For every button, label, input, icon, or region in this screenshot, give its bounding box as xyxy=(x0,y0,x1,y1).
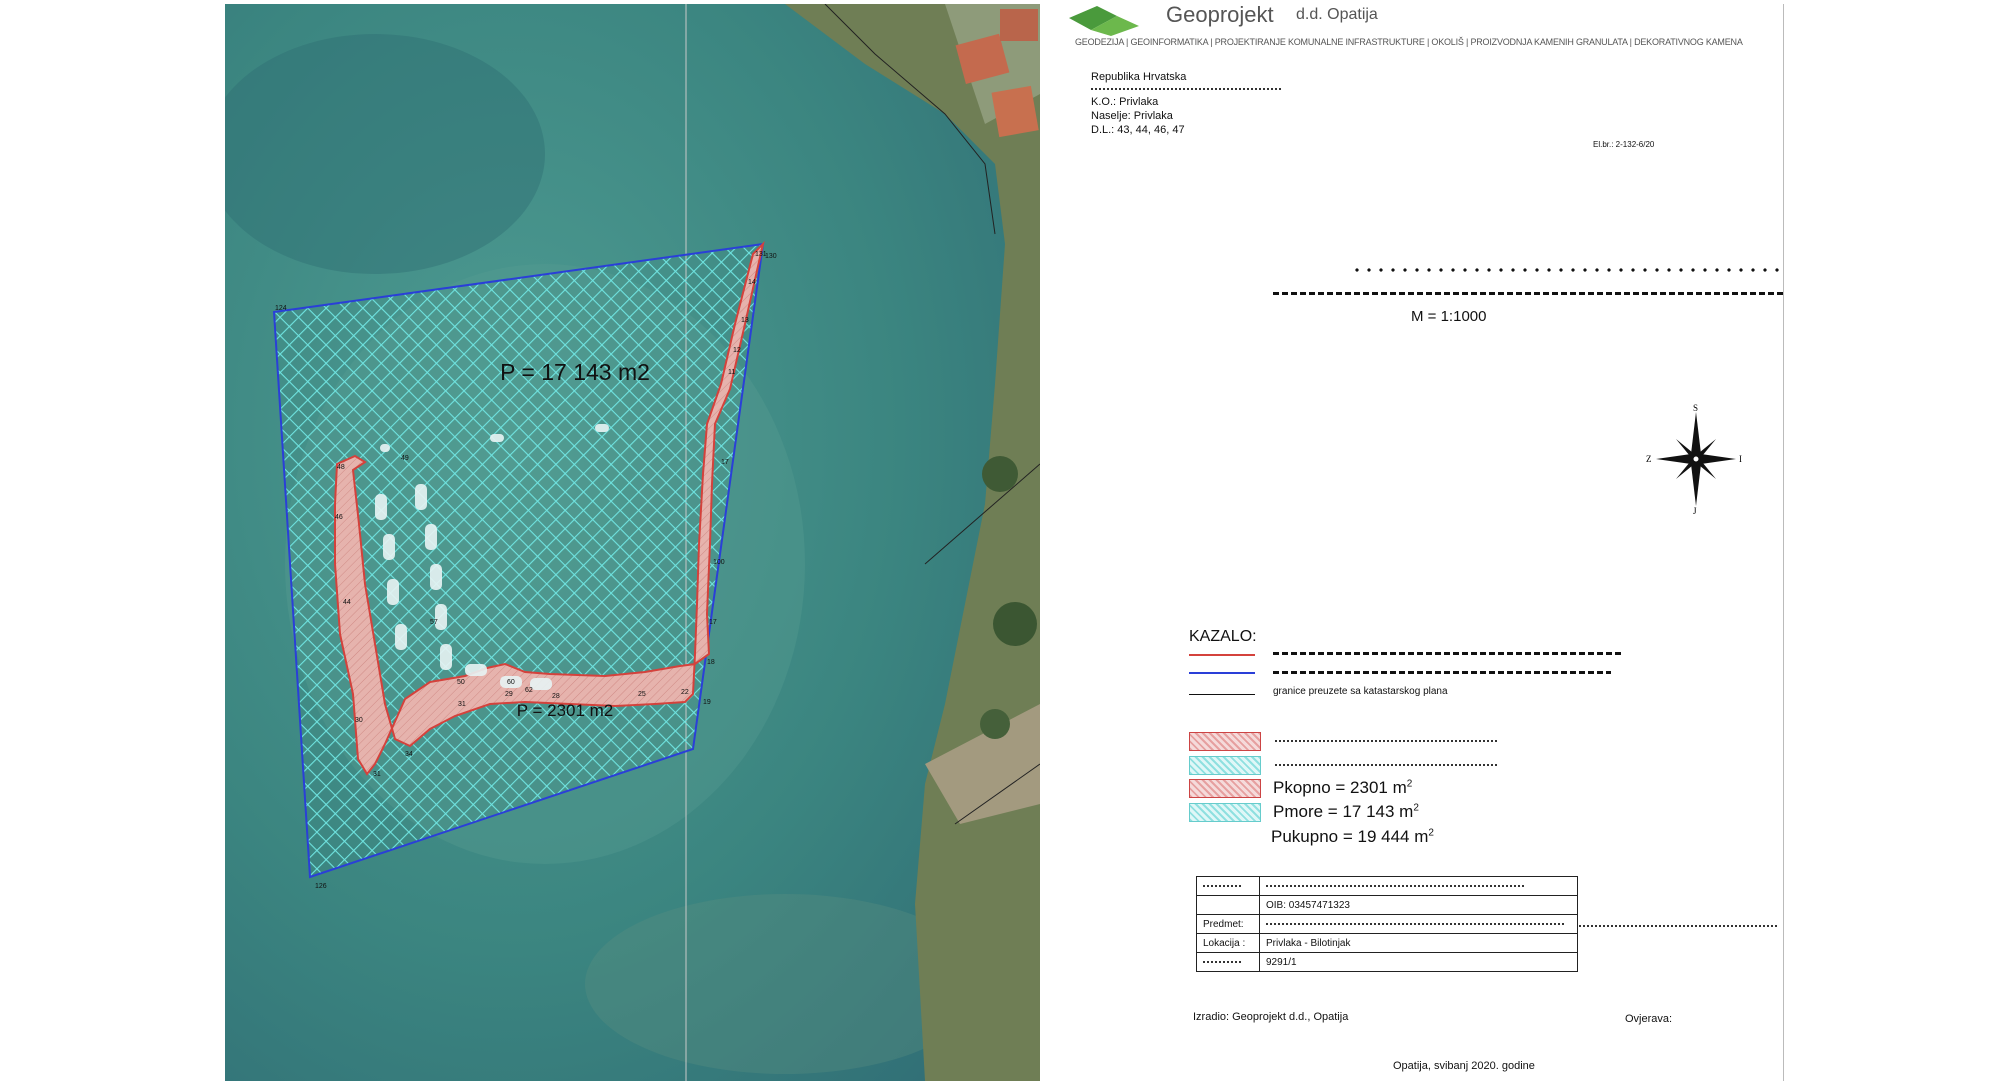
company-name: Geoprojekt xyxy=(1166,2,1274,27)
legend-cadastral: granice preuzete sa katastarskog plana xyxy=(1273,686,1448,697)
svg-text:44: 44 xyxy=(343,599,351,606)
svg-text:57: 57 xyxy=(430,619,438,626)
header-dl: D.L.: 43, 44, 46, 47 xyxy=(1091,124,1185,136)
svg-text:62: 62 xyxy=(525,687,533,694)
title-block-lokacija-value: Privlaka - Bilotinjak xyxy=(1259,933,1578,953)
svg-text:14: 14 xyxy=(748,279,756,286)
svg-text:29: 29 xyxy=(505,691,513,698)
svg-text:31: 31 xyxy=(373,771,381,778)
legend-land-area: Pkopno = 2301 m2 xyxy=(1273,778,1413,797)
svg-text:19: 19 xyxy=(703,699,711,706)
redacted-line xyxy=(1579,925,1779,927)
redacted-line xyxy=(1091,88,1281,90)
svg-text:50: 50 xyxy=(457,679,465,686)
svg-text:30: 30 xyxy=(355,717,363,724)
legend-total-area: Pukupno = 19 444 m2 xyxy=(1271,827,1434,846)
footer-izradio: Izradio: Geoprojekt d.d., Opatija xyxy=(1193,1011,1349,1023)
scale-label: M = 1:1000 xyxy=(1411,308,1487,325)
legend-line-blue xyxy=(1189,672,1255,674)
building-roof xyxy=(1000,9,1038,41)
svg-text:28: 28 xyxy=(552,693,560,700)
drawing-sheet: Geoprojekt d.d. Opatija GEODEZIJA | GEOI… xyxy=(1041,2,1784,1081)
tree xyxy=(982,456,1018,492)
sea-area-label: P = 17 143 m2 xyxy=(500,359,650,385)
svg-text:60: 60 xyxy=(507,679,515,686)
footer-date: Opatija, svibanj 2020. godine xyxy=(1393,1060,1535,1072)
redacted-legend xyxy=(1273,652,1623,655)
svg-text:46: 46 xyxy=(335,514,343,521)
header-republic: Republika Hrvatska xyxy=(1091,71,1187,83)
company-suffix: d.d. Opatija xyxy=(1296,6,1378,23)
title-block-oib: OIB: 03457471323 xyxy=(1259,895,1578,915)
redacted-cell xyxy=(1266,923,1566,925)
header-ko: K.O.: Privlaka xyxy=(1091,96,1159,108)
tree xyxy=(993,602,1037,646)
redacted-cell xyxy=(1203,961,1243,963)
legend-title: KAZALO: xyxy=(1189,628,1257,645)
legend-swatch-land-area xyxy=(1189,779,1261,798)
title-block-table: OIB: 03457471323 Predmet: Lokacija : Pri… xyxy=(1196,876,1578,972)
svg-text:49: 49 xyxy=(401,455,409,462)
legend-line-red xyxy=(1189,654,1255,656)
map-canvas: 1311413 121117 1001718 192225 282931 343… xyxy=(225,4,1040,1081)
compass-east: I xyxy=(1739,454,1742,464)
svg-text:22: 22 xyxy=(681,689,689,696)
building-roof xyxy=(991,85,1039,138)
svg-text:25: 25 xyxy=(638,691,646,698)
redacted-cell xyxy=(1203,885,1243,887)
redacted-title xyxy=(1351,268,1783,272)
legend-line-black xyxy=(1189,694,1255,695)
svg-text:48: 48 xyxy=(337,464,345,471)
vertex-label-126: 126 xyxy=(315,883,327,890)
el-br: El.br.: 2-132-6/20 xyxy=(1593,140,1655,149)
svg-text:11: 11 xyxy=(728,369,735,376)
land-area-label: P = 2301 m2 xyxy=(517,701,614,720)
vertex-label-130: 130 xyxy=(765,253,777,260)
company-services: GEODEZIJA | GEOINFORMATIKA | PROJEKTIRAN… xyxy=(1075,37,1743,47)
redacted-legend xyxy=(1273,671,1611,674)
legend-swatch-land xyxy=(1189,732,1261,751)
svg-text:18: 18 xyxy=(707,659,715,666)
redacted-legend xyxy=(1275,740,1497,742)
compass-west: Z xyxy=(1646,454,1652,464)
legend-sea-area: Pmore = 17 143 m2 xyxy=(1273,802,1419,821)
redacted-subtitle xyxy=(1273,292,1783,295)
aerial-map[interactable]: 131 14 13 12 11 17 100 17 18 19 22 25 28 29 31 34 3… xyxy=(225,4,1040,1081)
compass-rose-icon: S J I Z xyxy=(1646,404,1742,514)
compass-north: S xyxy=(1693,404,1698,413)
svg-text:17: 17 xyxy=(721,459,729,466)
header-naselje: Naselje: Privlaka xyxy=(1091,110,1173,122)
title-block-predmet-label: Predmet: xyxy=(1196,914,1260,934)
footer-ovjerava: Ovjerava: xyxy=(1625,1013,1673,1025)
svg-text:17: 17 xyxy=(709,619,717,626)
redacted-cell xyxy=(1266,885,1526,887)
svg-text:100: 100 xyxy=(713,559,725,566)
company-logo-icon xyxy=(1069,6,1139,36)
svg-text:12: 12 xyxy=(733,347,741,354)
svg-text:31: 31 xyxy=(458,701,466,708)
svg-text:13: 13 xyxy=(741,317,749,324)
legend-swatch-sea-area xyxy=(1189,803,1261,822)
vertex-label-124: 124 xyxy=(275,305,287,312)
tree xyxy=(980,709,1010,739)
svg-text:34: 34 xyxy=(405,751,413,758)
compass-south: J xyxy=(1693,506,1697,514)
redacted-legend xyxy=(1275,764,1497,766)
title-block-lokacija-label: Lokacija : xyxy=(1196,933,1260,953)
legend-swatch-sea xyxy=(1189,756,1261,775)
title-block-parcel: 9291/1 xyxy=(1259,952,1578,972)
